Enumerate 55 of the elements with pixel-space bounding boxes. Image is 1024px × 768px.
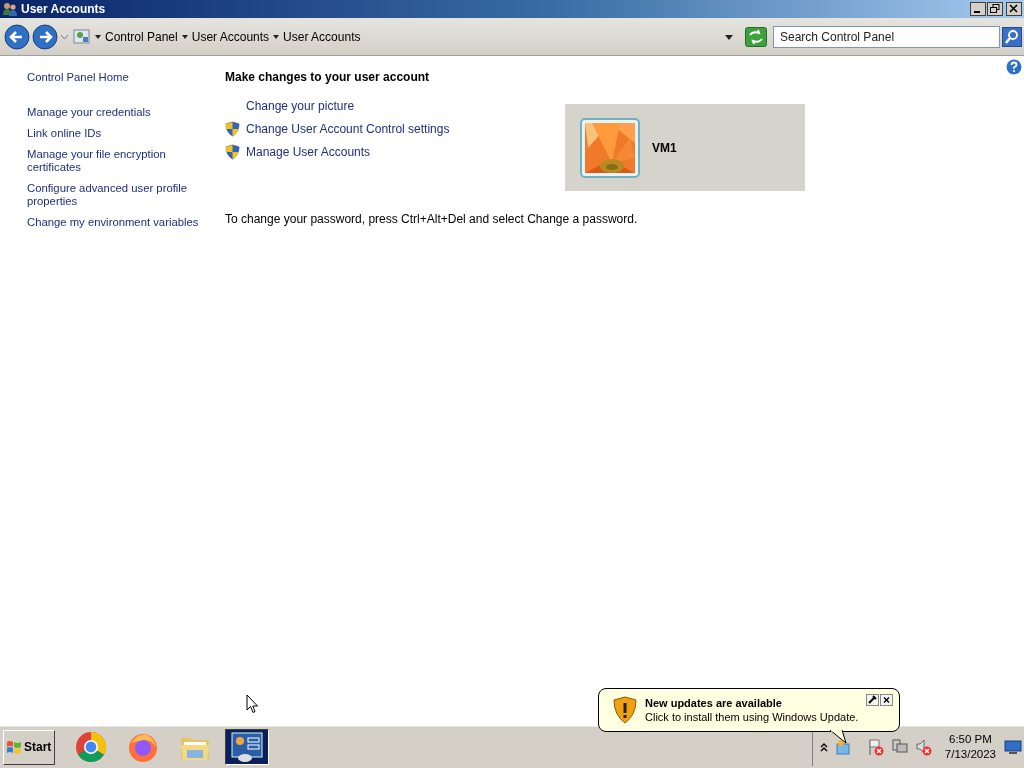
warning-shield-icon bbox=[613, 696, 637, 724]
caret-icon[interactable] bbox=[181, 34, 188, 39]
notification-balloon[interactable]: New updates are available Click to install them using Windows Update. bbox=[598, 688, 901, 732]
speaker-icon[interactable] bbox=[914, 738, 933, 756]
shield-icon bbox=[225, 144, 240, 160]
forward-button[interactable] bbox=[32, 23, 58, 50]
breadcrumb-item[interactable]: User Accounts bbox=[283, 29, 361, 44]
users-icon bbox=[2, 1, 18, 17]
search-icon[interactable] bbox=[1002, 26, 1022, 47]
control-panel-icon bbox=[229, 731, 266, 763]
restore-button[interactable] bbox=[987, 2, 1003, 16]
start-logo-icon bbox=[6, 739, 22, 755]
clock[interactable]: 6:50 PM 7/13/2023 bbox=[944, 732, 996, 762]
minimize-button[interactable] bbox=[970, 2, 986, 16]
clock-date: 7/13/2023 bbox=[944, 747, 996, 762]
sidebar-link[interactable]: Control Panel Home bbox=[27, 71, 199, 84]
network-icon[interactable] bbox=[890, 738, 909, 756]
close-button[interactable] bbox=[1006, 2, 1022, 16]
window-title: User Accounts bbox=[21, 2, 107, 16]
sidebar-link[interactable]: Change my environment variables bbox=[27, 216, 199, 229]
task-link[interactable]: Manage User Accounts bbox=[246, 145, 371, 159]
sidebar-link[interactable]: Link online IDs bbox=[27, 127, 199, 140]
shield-icon bbox=[225, 121, 240, 137]
chevron-up-icon[interactable] bbox=[818, 742, 829, 752]
clock-time: 6:50 PM bbox=[949, 732, 992, 747]
account-name: VM1 bbox=[652, 140, 677, 155]
password-note: To change your password, press Ctrl+Alt+Del and select Change a password. bbox=[225, 212, 639, 226]
browser-icon bbox=[127, 731, 160, 763]
show-desktop-icon[interactable] bbox=[1004, 739, 1022, 755]
close-button[interactable] bbox=[880, 694, 894, 706]
back-button[interactable] bbox=[4, 23, 30, 50]
control-panel-icon bbox=[73, 27, 91, 46]
sidebar-link[interactable]: Configure advanced user profile properties bbox=[27, 182, 199, 208]
notification-message: Click to install them using Windows Update. bbox=[645, 710, 859, 724]
task-link[interactable]: Change your picture bbox=[246, 99, 355, 113]
sidebar-link[interactable]: Manage your credentials bbox=[27, 106, 199, 119]
sidebar-link[interactable]: Manage your file encryption certificates bbox=[27, 148, 199, 174]
start-button[interactable]: Start bbox=[3, 729, 56, 765]
section-heading: Make changes to your user account bbox=[225, 70, 431, 84]
refresh-button[interactable] bbox=[745, 26, 767, 47]
task-link[interactable]: Change User Account Control settings bbox=[246, 122, 450, 136]
update-icon[interactable] bbox=[834, 739, 851, 755]
breadcrumb-item[interactable]: Control Panel bbox=[105, 29, 178, 44]
flag-icon[interactable] bbox=[866, 738, 885, 756]
history-dropdown[interactable] bbox=[60, 32, 69, 41]
caret-icon[interactable] bbox=[273, 34, 280, 39]
caret-icon[interactable] bbox=[95, 34, 101, 39]
search-field[interactable]: Search Control Panel bbox=[773, 25, 1000, 48]
wrench-icon[interactable] bbox=[866, 694, 880, 706]
mouse-pointer-icon bbox=[246, 694, 259, 714]
breadcrumb-item[interactable]: User Accounts bbox=[191, 29, 270, 44]
taskbar-button[interactable] bbox=[225, 729, 270, 765]
browser-icon bbox=[75, 731, 108, 763]
help-icon[interactable] bbox=[1006, 59, 1022, 75]
notification-title: New updates are available bbox=[645, 696, 783, 710]
